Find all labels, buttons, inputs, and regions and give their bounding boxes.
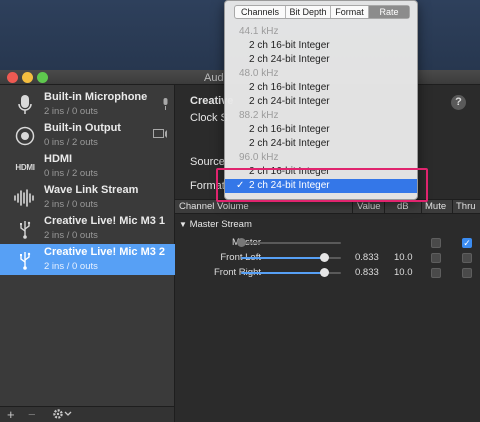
value-cell: 0.833	[355, 252, 379, 263]
menu-section-header: 88.2 kHz	[225, 109, 417, 123]
column-divider	[421, 200, 422, 214]
help-button[interactable]: ?	[451, 95, 466, 110]
value-cell: 0.833	[355, 267, 379, 278]
device-item-hdmi[interactable]: HDMI HDMI 0 ins / 2 outs	[0, 151, 175, 182]
menu-item-label: 2 ch 16-bit Integer	[249, 124, 330, 135]
menu-item-label: 2 ch 24-bit Integer	[249, 54, 330, 65]
thru-checkbox[interactable]: ✓	[462, 238, 472, 248]
menu-item-label: 88.2 kHz	[239, 110, 279, 121]
device-name: Creative Live! Mic M3 2	[44, 246, 166, 258]
menu-item-label: 48.0 kHz	[239, 68, 279, 79]
device-name: Creative Live! Mic M3 1	[44, 215, 166, 227]
menu-item-label: 2 ch 24-bit Integer	[249, 138, 330, 149]
slider-fill	[241, 257, 325, 259]
thru-checkbox[interactable]	[462, 268, 472, 278]
tab-channels[interactable]: Channels	[235, 6, 286, 18]
group-label: Master Stream	[189, 219, 252, 230]
gear-icon[interactable]	[52, 408, 72, 422]
window-title: Aud	[204, 72, 224, 84]
usb-icon	[12, 249, 38, 271]
slider-fill	[241, 272, 325, 274]
device-io: 2 ins / 0 outs	[44, 199, 98, 210]
menu-item-label: 96.0 kHz	[239, 152, 279, 163]
table-row-front-right: Front Right 0.833 10.0	[175, 265, 480, 281]
tab-rate[interactable]: Rate	[369, 6, 409, 18]
device-item-creative-mic-2[interactable]: Creative Live! Mic M3 2 2 ins / 0 outs	[0, 244, 175, 275]
clock-source-label: Clock S	[190, 112, 228, 124]
usb-icon	[12, 218, 38, 240]
menu-section-header: 48.0 kHz	[225, 67, 417, 81]
column-divider	[452, 200, 453, 214]
device-io: 2 ins / 0 outs	[44, 261, 98, 272]
device-name: Built-in Output	[44, 122, 121, 134]
volume-slider[interactable]	[237, 238, 341, 247]
device-io: 0 ins / 2 outs	[44, 137, 98, 148]
device-name: Built-in Microphone	[44, 91, 148, 103]
column-value[interactable]: Value	[357, 201, 381, 212]
device-item-built-in-output[interactable]: Built-in Output 0 ins / 2 outs	[0, 120, 175, 151]
volume-slider[interactable]	[241, 253, 341, 262]
mute-checkbox[interactable]	[431, 238, 441, 248]
device-io: 0 ins / 2 outs	[44, 168, 98, 179]
sidebar-toolbar: + −	[0, 406, 175, 422]
menu-option[interactable]: 2 ch 16-bit Integer	[225, 81, 417, 95]
menu-option[interactable]: 2 ch 24-bit Integer	[225, 53, 417, 67]
menu-option[interactable]: 2 ch 24-bit Integer	[225, 137, 417, 151]
device-name: HDMI	[44, 153, 73, 165]
hdmi-icon: HDMI	[15, 162, 35, 172]
speaker-icon	[12, 125, 38, 147]
menu-option[interactable]: 2 ch 24-bit Integer	[225, 95, 417, 109]
highlight-annotation	[216, 168, 428, 202]
device-io: 2 ins / 0 outs	[44, 230, 98, 241]
slider-knob[interactable]	[237, 238, 246, 247]
menu-item-label: 2 ch 16-bit Integer	[249, 82, 330, 93]
thru-checkbox[interactable]	[462, 253, 472, 263]
mute-checkbox[interactable]	[431, 268, 441, 278]
column-thru[interactable]: Thru	[456, 201, 476, 212]
screen-speaker-icon	[153, 129, 169, 143]
sort-segmented-control: Channels Bit Depth Format Rate	[234, 5, 410, 19]
column-divider	[352, 200, 353, 214]
column-divider	[384, 200, 385, 214]
db-cell: 10.0	[394, 252, 413, 263]
menu-option[interactable]: 2 ch 16-bit Integer	[225, 123, 417, 137]
menu-item-label: 44.1 kHz	[239, 26, 279, 37]
device-item-built-in-microphone[interactable]: Built-in Microphone 2 ins / 0 outs	[0, 89, 175, 120]
mic-icon	[162, 98, 169, 113]
volume-slider[interactable]	[241, 268, 341, 277]
table-row-front-left: Front Left 0.833 10.0	[175, 250, 480, 266]
table-row-master: Master ✓	[175, 235, 480, 251]
device-io: 2 ins / 0 outs	[44, 106, 98, 117]
slider-knob[interactable]	[320, 253, 330, 262]
device-item-wave-link-stream[interactable]: Wave Link Stream 2 ins / 0 outs	[0, 182, 175, 213]
menu-section-header: 96.0 kHz	[225, 151, 417, 165]
add-device-button[interactable]: +	[7, 407, 15, 422]
source-label: Source	[190, 156, 225, 168]
column-db[interactable]: dB	[397, 201, 409, 212]
master-stream-group[interactable]: ▼ Master Stream	[179, 219, 252, 230]
menu-option[interactable]: 2 ch 16-bit Integer	[225, 39, 417, 53]
close-window-button[interactable]	[7, 72, 18, 83]
zoom-window-button[interactable]	[37, 72, 48, 83]
menu-item-label: 2 ch 24-bit Integer	[249, 96, 330, 107]
disclosure-triangle-icon: ▼	[179, 220, 187, 229]
tab-format[interactable]: Format	[331, 6, 369, 18]
microphone-icon	[12, 94, 38, 116]
tab-bit-depth[interactable]: Bit Depth	[286, 6, 331, 18]
minimize-window-button[interactable]	[22, 72, 33, 83]
mute-checkbox[interactable]	[431, 253, 441, 263]
waveform-icon	[12, 187, 38, 209]
db-cell: 10.0	[394, 267, 413, 278]
menu-item-label: 2 ch 16-bit Integer	[249, 40, 330, 51]
remove-device-button[interactable]: −	[28, 407, 36, 422]
device-sidebar: Built-in Microphone 2 ins / 0 outs Built…	[0, 85, 175, 406]
device-item-creative-mic-1[interactable]: Creative Live! Mic M3 1 2 ins / 0 outs	[0, 213, 175, 244]
device-name: Wave Link Stream	[44, 184, 139, 196]
column-mute[interactable]: Mute	[425, 201, 446, 212]
slider-knob[interactable]	[320, 268, 330, 277]
menu-section-header: 44.1 kHz	[225, 25, 417, 39]
column-channel-volume[interactable]: Channel Volume	[179, 201, 249, 212]
